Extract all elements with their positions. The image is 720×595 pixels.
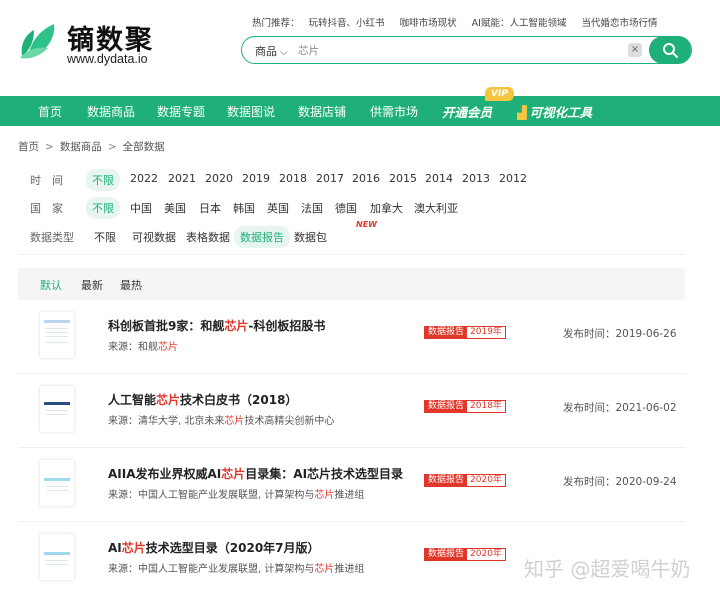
- search-bar: 商品⌵ ×: [241, 35, 692, 64]
- report-thumbnail: [40, 386, 74, 432]
- publish-date: 发布时间：2021-06-02: [563, 402, 677, 414]
- hot-recommendations: 热门推荐： 玩转抖音、小红书 咖啡市场现状 AI赋能：人工智能领域 当代婚恋市场…: [252, 15, 670, 29]
- filter-label: 国 家: [30, 202, 63, 215]
- filter-option[interactable]: 2017: [310, 169, 350, 188]
- site-header: 镝数聚 www.dydata.io 热门推荐： 玩转抖音、小红书 咖啡市场现状 …: [0, 0, 720, 96]
- filter-option[interactable]: 加拿大: [364, 197, 409, 219]
- filter-option[interactable]: 2014: [419, 169, 459, 188]
- filter-option[interactable]: 2015: [383, 169, 423, 188]
- filter-option[interactable]: 法国: [295, 197, 329, 219]
- filter-option[interactable]: 2020: [199, 169, 239, 188]
- hot-link[interactable]: 玩转抖音、小红书: [309, 18, 385, 29]
- filter-option[interactable]: 2013: [456, 169, 496, 188]
- result-title[interactable]: 人工智能芯片技术白皮书（2018）: [108, 391, 297, 408]
- result-source: 来源：清华大学, 北京未来芯片技术高精尖创新中心: [108, 416, 335, 427]
- filter-option[interactable]: 2016: [346, 169, 386, 188]
- nav-data-products[interactable]: 数据商品: [87, 103, 135, 120]
- filter-option[interactable]: 2012: [493, 169, 533, 188]
- nav-data-topics[interactable]: 数据专题: [157, 103, 205, 120]
- hot-link[interactable]: 咖啡市场现状: [400, 18, 457, 29]
- publish-date: 发布时间：2019-06-26: [563, 328, 677, 340]
- report-tag: 数据报告 2018年: [424, 400, 506, 413]
- publish-date: 发布时间：2020-09-24: [563, 476, 677, 488]
- nav-data-shops[interactable]: 数据店铺: [298, 103, 346, 120]
- chart-icon: ▟: [517, 105, 527, 120]
- watermark: 知乎 @超爱喝牛奶: [524, 557, 691, 581]
- breadcrumb-item: 全部数据: [122, 141, 165, 153]
- divider: [18, 254, 685, 255]
- filter-label: 数据类型: [30, 231, 74, 244]
- filter-option[interactable]: 表格数据: [180, 226, 236, 248]
- filter-option[interactable]: 数据包: [288, 226, 333, 248]
- search-category-label: 商品: [255, 45, 277, 58]
- sort-default[interactable]: 默认: [40, 277, 62, 293]
- filter-option[interactable]: 美国: [158, 197, 192, 219]
- breadcrumb-item[interactable]: 数据商品: [60, 141, 102, 153]
- nav-viz-label: 可视化工具: [529, 105, 593, 120]
- sort-newest[interactable]: 最新: [81, 277, 103, 293]
- report-tag: 数据报告 2020年: [424, 548, 506, 561]
- filter-label: 时 间: [30, 174, 63, 187]
- filter-option[interactable]: 澳大利亚: [408, 197, 464, 219]
- breadcrumb: 首页 > 数据商品 > 全部数据: [18, 139, 165, 154]
- result-row[interactable]: AIIA发布业界权威AI芯片目录集：AI芯片技术选型目录 来源：中国人工智能产业…: [18, 448, 685, 522]
- report-thumbnail: [40, 460, 74, 506]
- filter-option[interactable]: 2019: [236, 169, 276, 188]
- sort-bar: 默认 最新 最热: [18, 268, 685, 300]
- filter-option[interactable]: 2022: [124, 169, 164, 188]
- filter-option[interactable]: 德国: [329, 197, 363, 219]
- result-source: 来源：和舰芯片: [108, 342, 178, 353]
- result-row[interactable]: 人工智能芯片技术白皮书（2018） 来源：清华大学, 北京未来芯片技术高精尖创新…: [18, 374, 685, 448]
- nav-home[interactable]: 首页: [38, 103, 62, 120]
- filter-option[interactable]: 数据报告: [234, 226, 290, 248]
- result-source: 来源：中国人工智能产业发展联盟, 计算架构与芯片推进组: [108, 564, 365, 575]
- sort-hottest[interactable]: 最热: [120, 277, 142, 293]
- filter-option[interactable]: 中国: [124, 197, 158, 219]
- search-input[interactable]: [298, 41, 618, 59]
- main-nav: 首页 数据商品 数据专题 数据图说 数据店铺 供需市场 开通会员 VIP ▟ 可视…: [0, 87, 720, 126]
- filter-option[interactable]: 韩国: [227, 197, 261, 219]
- filter-option[interactable]: 英国: [261, 197, 295, 219]
- search-icon: [663, 42, 678, 58]
- hot-link[interactable]: AI赋能：人工智能领域: [472, 18, 567, 29]
- nav-data-graphics[interactable]: 数据图说: [227, 103, 275, 120]
- filter-option[interactable]: 2018: [273, 169, 313, 188]
- filter-option[interactable]: 日本: [193, 197, 227, 219]
- result-title[interactable]: 科创板首批9家：和舰芯片-科创板招股书: [108, 317, 325, 334]
- report-thumbnail: [40, 312, 74, 358]
- filter-option[interactable]: 可视数据: [126, 226, 182, 248]
- leaf-logo-icon: [20, 24, 55, 59]
- filter-option[interactable]: 不限: [88, 226, 122, 248]
- result-title[interactable]: AI芯片技术选型目录（2020年7月版）: [108, 539, 320, 556]
- search-button[interactable]: [649, 35, 691, 64]
- chevron-down-icon: ⌵: [280, 47, 288, 58]
- breadcrumb-item[interactable]: 首页: [18, 141, 39, 153]
- result-title[interactable]: AIIA发布业界权威AI芯片目录集：AI芯片技术选型目录: [108, 465, 403, 482]
- nav-supply-market[interactable]: 供需市场: [370, 103, 418, 120]
- brand-url: www.dydata.io: [67, 52, 148, 66]
- filter-option[interactable]: 不限: [86, 197, 120, 219]
- report-tag: 数据报告 2020年: [424, 474, 506, 487]
- vip-badge: VIP: [485, 87, 514, 101]
- clear-icon[interactable]: ×: [628, 43, 642, 57]
- breadcrumb-separator: >: [45, 141, 54, 153]
- report-thumbnail: [40, 534, 74, 580]
- result-row[interactable]: 科创板首批9家：和舰芯片-科创板招股书 来源：和舰芯片 数据报告 2019年 发布…: [18, 300, 685, 374]
- site-logo[interactable]: 镝数聚 www.dydata.io: [18, 18, 168, 70]
- filter-option[interactable]: 不限: [86, 169, 120, 191]
- result-source: 来源：中国人工智能产业发展联盟, 计算架构与芯片推进组: [108, 490, 365, 501]
- hot-link[interactable]: 当代婚恋市场行情: [581, 18, 657, 29]
- nav-viz-tool[interactable]: ▟ 可视化工具: [517, 102, 592, 121]
- report-tag: 数据报告 2019年: [424, 326, 506, 339]
- new-badge: NEW: [356, 220, 377, 229]
- search-category-select[interactable]: 商品 ⌵: [255, 43, 288, 59]
- filter-option[interactable]: 2021: [162, 169, 202, 188]
- nav-vip[interactable]: 开通会员: [442, 102, 492, 121]
- hot-label: 热门推荐：: [252, 18, 300, 29]
- breadcrumb-separator: >: [107, 141, 117, 153]
